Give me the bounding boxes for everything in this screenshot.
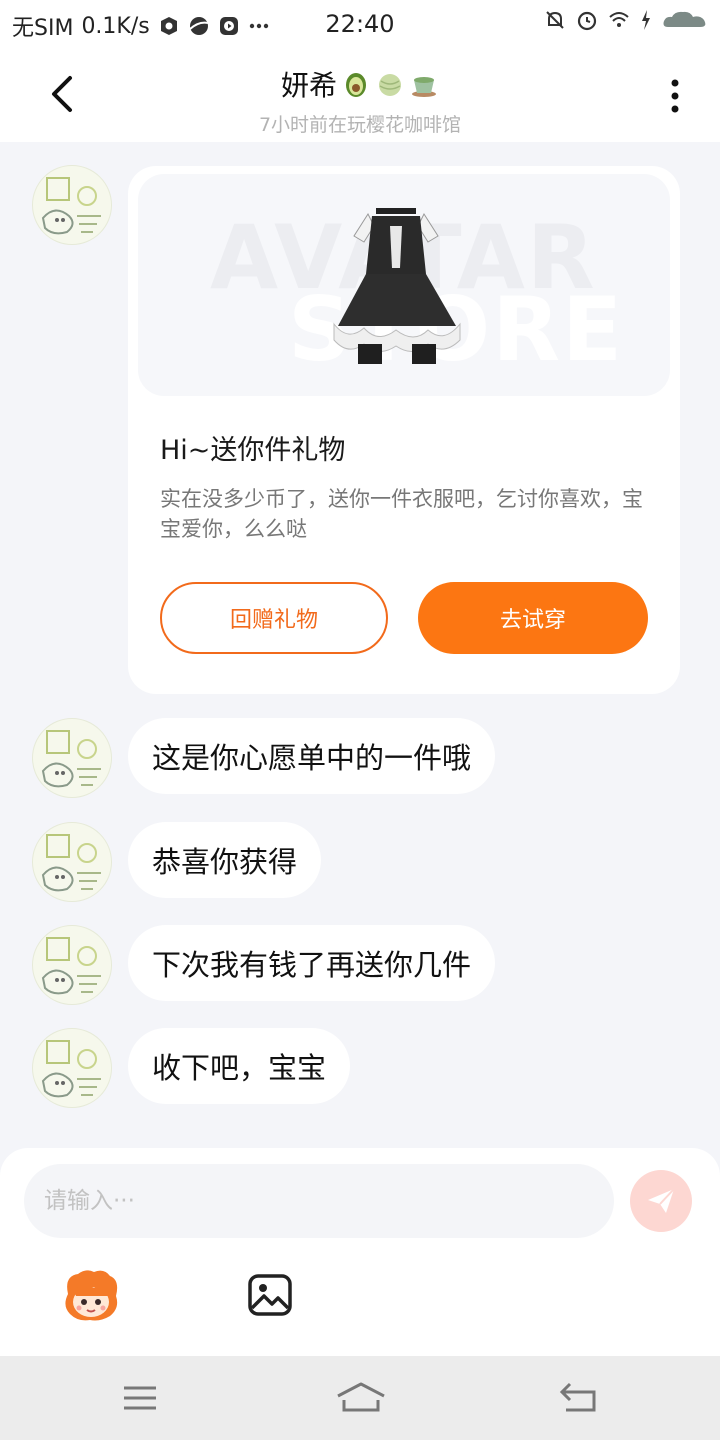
melon-emoji-icon (379, 74, 401, 96)
avatar-doodle-icon (41, 730, 101, 788)
avatar-doodle-icon (41, 1040, 101, 1098)
sticker-mascot-icon[interactable] (60, 1268, 122, 1322)
avatar[interactable] (32, 718, 112, 798)
avatar-doodle-icon (41, 177, 101, 235)
avatar[interactable] (32, 1028, 112, 1108)
wifi-icon (609, 12, 629, 27)
avocado-emoji-icon (346, 73, 366, 97)
chat-header: 妍希 7小时前在玩樱花咖啡馆 (0, 50, 720, 142)
mute-bell-icon (546, 11, 564, 29)
message-bubble[interactable]: 恭喜你获得 (128, 822, 322, 898)
message-input[interactable] (24, 1164, 614, 1238)
contact-name: 妍希 (280, 69, 337, 102)
message-bubble[interactable]: 收下吧，宝宝 (128, 1028, 351, 1104)
charging-icon (642, 10, 650, 30)
menu-icon[interactable] (116, 1378, 164, 1418)
online-status: 7小时前在玩樱花咖啡馆 (258, 114, 462, 136)
message-bubble[interactable]: 下次我有钱了再送你几件 (128, 925, 496, 1001)
message-bubble[interactable]: 这是你心愿单中的一件哦 (128, 718, 496, 794)
return-gift-button[interactable]: 回赠礼物 (160, 582, 388, 654)
composer-panel (0, 1148, 720, 1356)
title-block: 妍希 7小时前在玩樱花咖啡馆 (0, 64, 720, 137)
status-bar: 无SIM 0.1K/s 22:40 (0, 0, 720, 50)
gift-image[interactable]: AVATAR STORE (138, 174, 670, 396)
status-right (544, 9, 708, 31)
gift-card: AVATAR STORE Hi~送你件礼物 实在没多少币了，送你一件衣服吧，乞讨… (128, 166, 680, 694)
avatar-doodle-icon (41, 834, 101, 892)
avatar[interactable] (32, 822, 112, 902)
back-nav-icon[interactable] (556, 1378, 604, 1418)
avatar[interactable] (32, 925, 112, 1005)
paper-plane-icon (648, 1188, 675, 1213)
maid-dress-icon (333, 208, 461, 364)
title-row: 妍希 (281, 64, 439, 104)
tea-emoji-icon (412, 77, 436, 97)
more-menu-icon[interactable] (660, 76, 690, 116)
avatar-doodle-icon (41, 937, 101, 995)
system-nav-bar (0, 1356, 720, 1440)
gift-title: Hi~送你件礼物 (160, 435, 346, 466)
avatar[interactable] (32, 165, 112, 245)
image-picker-icon[interactable] (246, 1272, 294, 1318)
send-button[interactable] (630, 1170, 692, 1232)
battery-icon (663, 11, 706, 27)
alarm-icon (577, 11, 597, 31)
home-icon[interactable] (334, 1378, 388, 1418)
try-on-button[interactable]: 去试穿 (418, 582, 648, 654)
gift-description: 实在没多少币了，送你一件衣服吧，乞讨你喜欢，宝宝爱你，么么哒 (160, 487, 643, 541)
